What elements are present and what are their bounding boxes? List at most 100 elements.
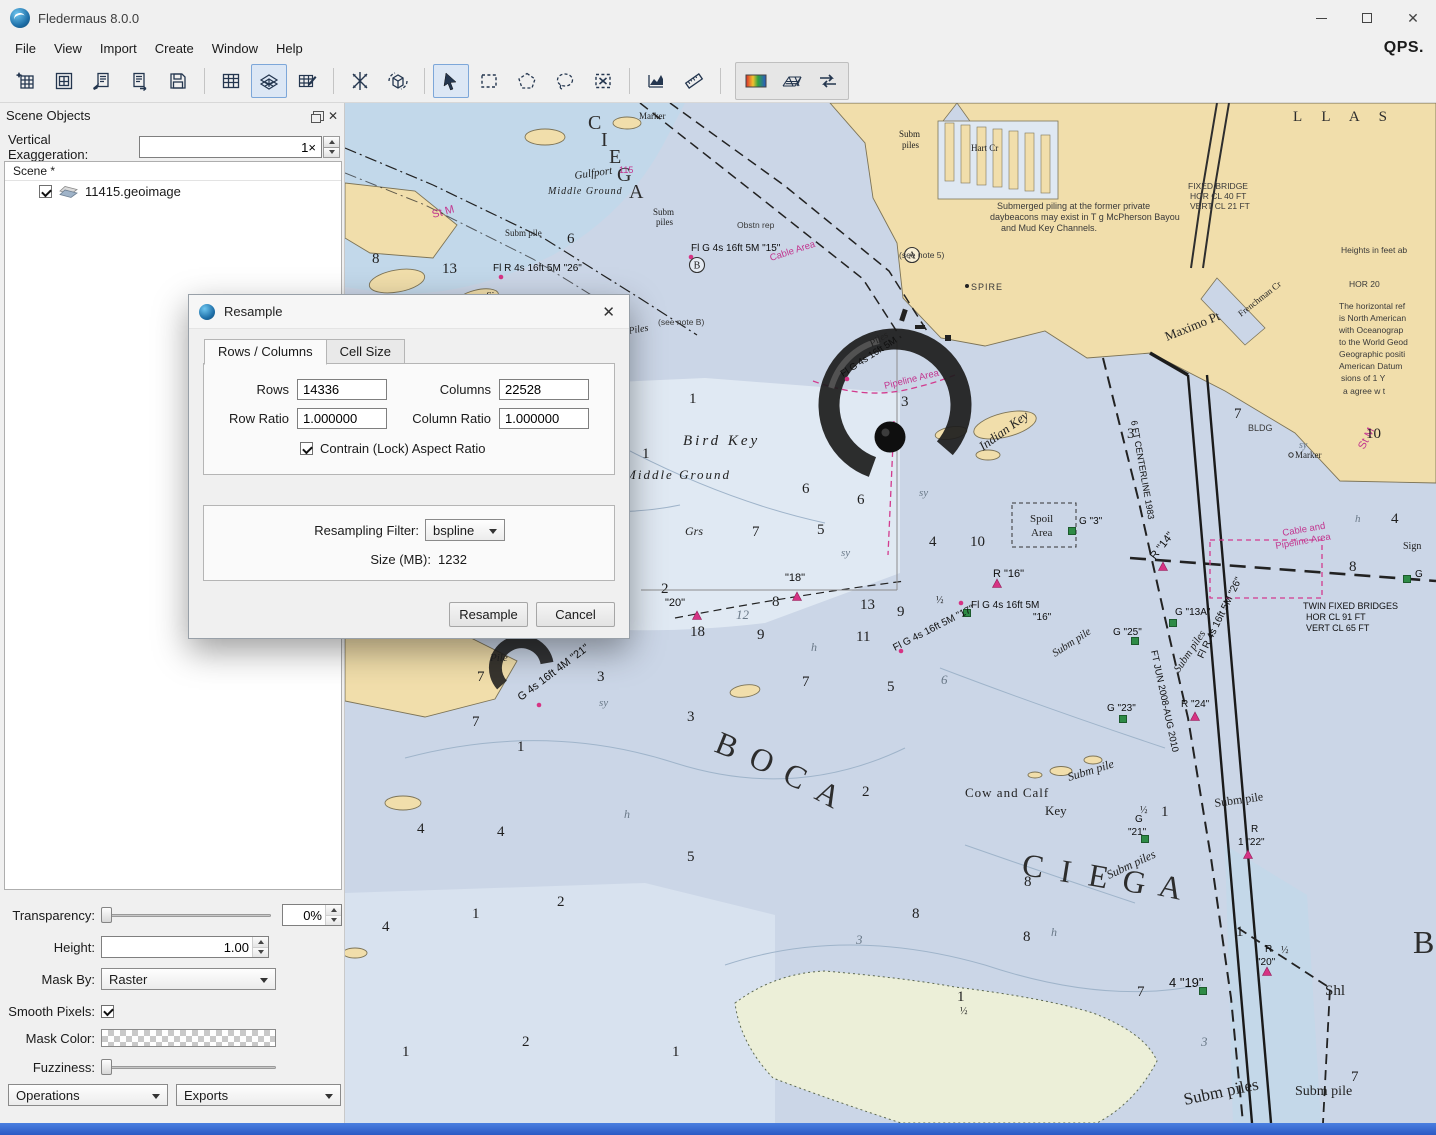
minimize-button[interactable] [1298, 0, 1344, 36]
open-project-button[interactable] [8, 64, 44, 98]
svg-text:Submerged piling at the former: Submerged piling at the former private [997, 201, 1150, 211]
swap-views-button[interactable] [810, 64, 846, 98]
slider-groove [101, 914, 271, 917]
svg-text:7: 7 [1351, 1069, 1359, 1085]
svg-text:HOR CL 91 FT: HOR CL 91 FT [1306, 612, 1366, 622]
svg-text:8: 8 [772, 594, 780, 610]
menu-import[interactable]: Import [91, 38, 146, 59]
svg-text:Key: Key [1045, 803, 1067, 818]
svg-text:Cow and Calf: Cow and Calf [965, 785, 1049, 800]
select-polygon-button[interactable] [509, 64, 545, 98]
minimize-icon [1316, 18, 1327, 19]
toolbar-separator [629, 68, 630, 94]
toolbar-separator [424, 68, 425, 94]
select-cursor-button[interactable] [433, 64, 469, 98]
export-file-button[interactable] [122, 64, 158, 98]
vertical-exaggeration-input[interactable] [139, 136, 322, 158]
svg-text:3: 3 [1200, 1034, 1208, 1049]
geoimage-visibility-checkbox[interactable] [39, 185, 52, 198]
maximize-button[interactable] [1344, 0, 1390, 36]
smooth-pixels-checkbox[interactable] [101, 1005, 114, 1018]
clear-selection-button[interactable] [585, 64, 621, 98]
menu-help[interactable]: Help [267, 38, 312, 59]
svg-text:½: ½ [1140, 805, 1148, 816]
colormap-button[interactable] [738, 64, 774, 98]
slider-handle[interactable] [101, 907, 112, 923]
height-value[interactable] [102, 937, 252, 957]
toolbar [0, 60, 1436, 103]
rotate-cube-button[interactable] [380, 64, 416, 98]
svg-text:1: 1 [1236, 924, 1244, 940]
svg-text:and Mud Key Channels.: and Mud Key Channels. [1001, 223, 1097, 233]
slider-handle[interactable] [101, 1059, 112, 1075]
float-panel-icon[interactable] [313, 111, 324, 121]
tree-row-geoimage[interactable]: 11415.geoimage [5, 181, 341, 202]
svg-text:2: 2 [557, 894, 565, 910]
svg-text:G: G [1415, 569, 1423, 580]
select-lasso-button[interactable] [547, 64, 583, 98]
save-button[interactable] [160, 64, 196, 98]
columns-label: Columns [411, 382, 491, 397]
svg-text:h: h [1355, 513, 1361, 525]
mesh-layer-button[interactable] [251, 64, 287, 98]
resampling-filter-combobox[interactable]: bspline [425, 519, 505, 541]
fuzziness-slider[interactable] [101, 1057, 276, 1077]
menu-view[interactable]: View [45, 38, 91, 59]
svg-text:4: 4 [417, 821, 425, 837]
lock-aspect-checkbox[interactable] [300, 442, 313, 455]
spin-up-icon [329, 140, 335, 144]
grid-edit-button[interactable] [289, 64, 325, 98]
svg-text:4: 4 [497, 824, 505, 840]
height-spinbox[interactable] [101, 936, 269, 958]
select-rect-button[interactable] [471, 64, 507, 98]
menu-file[interactable]: File [6, 38, 45, 59]
dialog-close-icon[interactable]: ✕ [598, 301, 619, 323]
close-panel-icon[interactable]: ✕ [328, 110, 338, 122]
surface-grid-button[interactable] [774, 64, 810, 98]
toolbar-separator [720, 68, 721, 94]
profile-chart-button[interactable] [638, 64, 674, 98]
operations-dropdown[interactable]: Operations [8, 1084, 168, 1106]
columns-input[interactable] [499, 379, 589, 400]
column-ratio-label: Column Ratio [411, 411, 491, 426]
cancel-button[interactable]: Cancel [536, 602, 615, 627]
close-button[interactable]: ✕ [1390, 0, 1436, 36]
resample-button[interactable]: Resample [449, 602, 528, 627]
menu-create[interactable]: Create [146, 38, 203, 59]
rows-input[interactable] [297, 379, 387, 400]
transparency-slider[interactable] [101, 905, 271, 925]
svg-text:3: 3 [855, 932, 863, 947]
import-file-button[interactable] [84, 64, 120, 98]
svg-text:Fl R 4s 16ft 5M "26": Fl R 4s 16ft 5M "26" [493, 263, 582, 274]
transparency-spinbox[interactable] [282, 904, 342, 926]
tab-cell-size[interactable]: Cell Size [327, 339, 405, 364]
mask-color-swatch[interactable] [101, 1029, 276, 1047]
smooth-pixels-label: Smooth Pixels: [0, 1004, 95, 1019]
svg-text:Hart Cr: Hart Cr [971, 143, 998, 153]
grid-table-button[interactable] [213, 64, 249, 98]
vertical-exaggeration-stepper[interactable] [323, 136, 340, 158]
dialog-titlebar[interactable]: Resample ✕ [189, 295, 629, 329]
svg-text:½: ½ [936, 595, 944, 606]
mask-by-combobox[interactable]: Raster [101, 968, 276, 990]
measure-ruler-button[interactable] [676, 64, 712, 98]
titlebar[interactable]: Fledermaus 8.0.0 ✕ [0, 0, 1436, 36]
grid-edit-icon [297, 71, 317, 91]
svg-text:1: 1 [402, 1044, 410, 1060]
new-grid-button[interactable] [46, 64, 82, 98]
svg-text:(see note B): (see note B) [658, 317, 704, 327]
smooth-pixels-row: Smooth Pixels: [0, 999, 345, 1023]
svg-text:1: 1 [642, 446, 650, 462]
column-ratio-input[interactable] [499, 408, 589, 429]
menu-window[interactable]: Window [203, 38, 267, 59]
exports-dropdown[interactable]: Exports [176, 1084, 341, 1106]
tab-rows-columns[interactable]: Rows / Columns [204, 339, 327, 365]
svg-text:½: ½ [1281, 945, 1289, 956]
svg-text:to the World Geod: to the World Geod [1339, 337, 1408, 347]
grid-table-icon [221, 71, 241, 91]
measure-ruler-icon [684, 71, 704, 91]
transparency-value[interactable] [283, 905, 325, 925]
transform-axes-button[interactable] [342, 64, 378, 98]
svg-text:B: B [1413, 924, 1434, 960]
row-ratio-input[interactable] [297, 408, 387, 429]
